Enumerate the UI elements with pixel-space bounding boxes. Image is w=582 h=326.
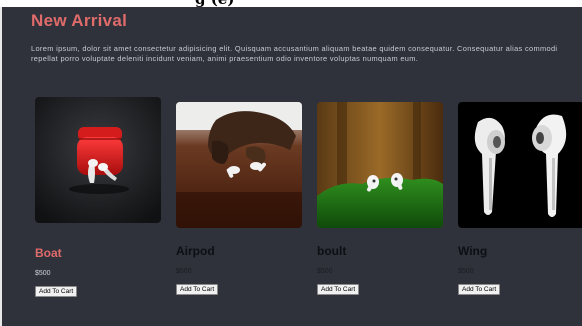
product-price: $500 <box>458 268 474 275</box>
red-earbuds-case-icon <box>35 97 161 223</box>
product-name: Airpod <box>176 244 215 258</box>
product-price: $500 <box>35 270 51 277</box>
product-name: Wing <box>458 244 488 258</box>
product-card-boat[interactable]: Boat $500 Add To Cart <box>35 97 163 297</box>
add-to-cart-button[interactable]: Add To Cart <box>317 284 360 295</box>
add-to-cart-button[interactable]: Add To Cart <box>458 284 501 295</box>
hand-holding-earbuds-icon <box>176 102 302 228</box>
product-price: $500 <box>176 268 192 275</box>
product-card-boult[interactable]: boult $500 Add To Cart <box>317 102 445 295</box>
product-name: Boat <box>35 246 62 260</box>
earbuds-on-moss-icon <box>317 102 443 228</box>
white-earbuds-icon <box>458 102 582 228</box>
section-description: Lorem ipsum, dolor sit amet consectetur … <box>31 44 558 63</box>
product-card-airpod[interactable]: Airpod $500 Add To Cart <box>176 102 304 295</box>
section-title: New Arrival <box>31 11 128 30</box>
add-to-cart-button[interactable]: Add To Cart <box>35 286 78 297</box>
new-arrival-section: New Arrival Lorem ipsum, dolor sit amet … <box>0 7 582 326</box>
product-name: boult <box>317 244 347 258</box>
add-to-cart-button[interactable]: Add To Cart <box>176 284 219 295</box>
product-price: $500 <box>317 268 333 275</box>
product-card-wing[interactable]: Wing $500 Add To Cart <box>458 102 582 295</box>
